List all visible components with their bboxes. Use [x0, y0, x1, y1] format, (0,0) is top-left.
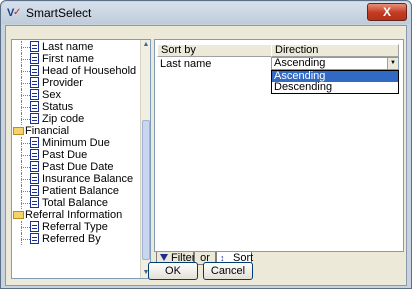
close-button[interactable]: X: [367, 3, 407, 21]
ok-button[interactable]: OK: [148, 262, 198, 280]
tree-connector: [21, 119, 30, 120]
column-header-sort-by[interactable]: Sort by: [157, 44, 272, 57]
option-descending[interactable]: Descending: [272, 82, 398, 93]
tree-item-label: Financial: [25, 125, 70, 137]
document-icon: [30, 41, 39, 52]
tree-item-label: Last name: [42, 41, 94, 53]
tree-connector: [21, 143, 30, 144]
tree-item[interactable]: Zip code: [12, 113, 140, 125]
document-icon: [30, 137, 39, 148]
tree-scrollbar[interactable]: ▲ ▼: [140, 40, 150, 278]
tree-item-label: Zip code: [42, 113, 85, 125]
tree-item[interactable]: First name: [12, 53, 140, 65]
tree-connector: [21, 179, 30, 180]
tree-connector: [21, 83, 30, 84]
tree-item-label: Referred By: [42, 233, 101, 245]
tree-item[interactable]: Status: [12, 101, 140, 113]
tree-connector: [21, 227, 30, 228]
title-bar[interactable]: V ✓ SmartSelect X: [2, 2, 410, 24]
tree-item[interactable]: Sex: [12, 89, 140, 101]
folder-icon: [13, 127, 24, 135]
folder-icon: [13, 211, 24, 219]
field-tree[interactable]: Last name First name Head of Household Prov…: [11, 39, 151, 279]
tree-item[interactable]: Total Balance: [12, 197, 140, 209]
tree-item-label: Head of Household: [42, 65, 137, 77]
tree-item[interactable]: Head of Household: [12, 65, 140, 77]
tree-item-label: Insurance Balance: [42, 173, 134, 185]
tree-item[interactable]: Provider: [12, 77, 140, 89]
document-icon: [30, 113, 39, 124]
tree-connector: [21, 155, 30, 156]
sort-grid: Sort by Direction Last name Ascending ▼ …: [154, 39, 404, 252]
tree-item-label: Minimum Due: [42, 137, 110, 149]
tree-item-label: Status: [42, 101, 74, 113]
tree-connector: [21, 47, 30, 48]
tree-connector: [21, 167, 30, 168]
tree-item[interactable]: Insurance Balance: [12, 173, 140, 185]
document-icon: [30, 161, 39, 172]
tree-connector: [21, 71, 30, 72]
tree-item[interactable]: Patient Balance: [12, 185, 140, 197]
document-icon: [30, 149, 39, 160]
tree-folder[interactable]: Referral Information: [12, 209, 140, 221]
document-icon: [30, 53, 39, 64]
tree-item-label: Past Due: [42, 149, 88, 161]
tree-item[interactable]: Minimum Due: [12, 137, 140, 149]
document-icon: [30, 65, 39, 76]
grid-row[interactable]: Last name Ascending ▼: [157, 57, 400, 70]
tree-connector: [21, 239, 30, 240]
scroll-up-icon[interactable]: ▲: [141, 40, 150, 50]
tree-folder[interactable]: Financial: [12, 125, 140, 137]
tree-item[interactable]: Referred By: [12, 233, 140, 245]
tree-item[interactable]: Past Due Date: [12, 161, 140, 173]
direction-dropdown-list: Ascending Descending: [271, 70, 399, 94]
tree-item[interactable]: Referral Type: [12, 221, 140, 233]
tree-connector: [21, 191, 30, 192]
tree-item-label: Provider: [42, 77, 83, 89]
tree-item[interactable]: Last name: [12, 41, 140, 53]
document-icon: [30, 89, 39, 100]
chevron-down-icon[interactable]: ▼: [387, 58, 398, 69]
document-icon: [30, 101, 39, 112]
tree-item-label: Patient Balance: [42, 185, 120, 197]
funnel-icon: [160, 254, 168, 261]
tree-item-label: First name: [42, 53, 94, 65]
document-icon: [30, 173, 39, 184]
tree-list: Last name First name Head of Household Prov…: [12, 41, 140, 245]
document-icon: [30, 221, 39, 232]
tree-item-label: Sex: [42, 89, 61, 101]
cancel-button[interactable]: Cancel: [203, 262, 253, 280]
tree-item-label: Past Due Date: [42, 161, 114, 173]
direction-value: Ascending: [274, 57, 326, 69]
tree-item-label: Referral Type: [42, 221, 108, 233]
direction-select[interactable]: Ascending ▼: [271, 57, 399, 70]
tree-connector: [21, 59, 30, 60]
document-icon: [30, 185, 39, 196]
tree-item-label: Total Balance: [42, 197, 109, 209]
document-icon: [30, 77, 39, 88]
tree-connector: [21, 107, 30, 108]
grid-header: Sort by Direction: [155, 44, 403, 57]
dialog-body: Last name First name Head of Household Prov…: [5, 25, 407, 286]
sort-by-cell[interactable]: Last name: [160, 58, 211, 70]
document-icon: [30, 233, 39, 244]
document-icon: [30, 197, 39, 208]
app-icon: V ✓: [7, 7, 22, 19]
tree-item[interactable]: Past Due: [12, 149, 140, 161]
window-title: SmartSelect: [26, 6, 92, 20]
tree-item-label: Referral Information: [25, 209, 123, 221]
smartselect-dialog: V ✓ SmartSelect X Last name First name Head…: [0, 0, 412, 289]
scroll-thumb[interactable]: [142, 120, 150, 260]
tree-connector: [21, 203, 30, 204]
column-header-direction[interactable]: Direction: [271, 44, 399, 57]
tree-connector: [21, 95, 30, 96]
